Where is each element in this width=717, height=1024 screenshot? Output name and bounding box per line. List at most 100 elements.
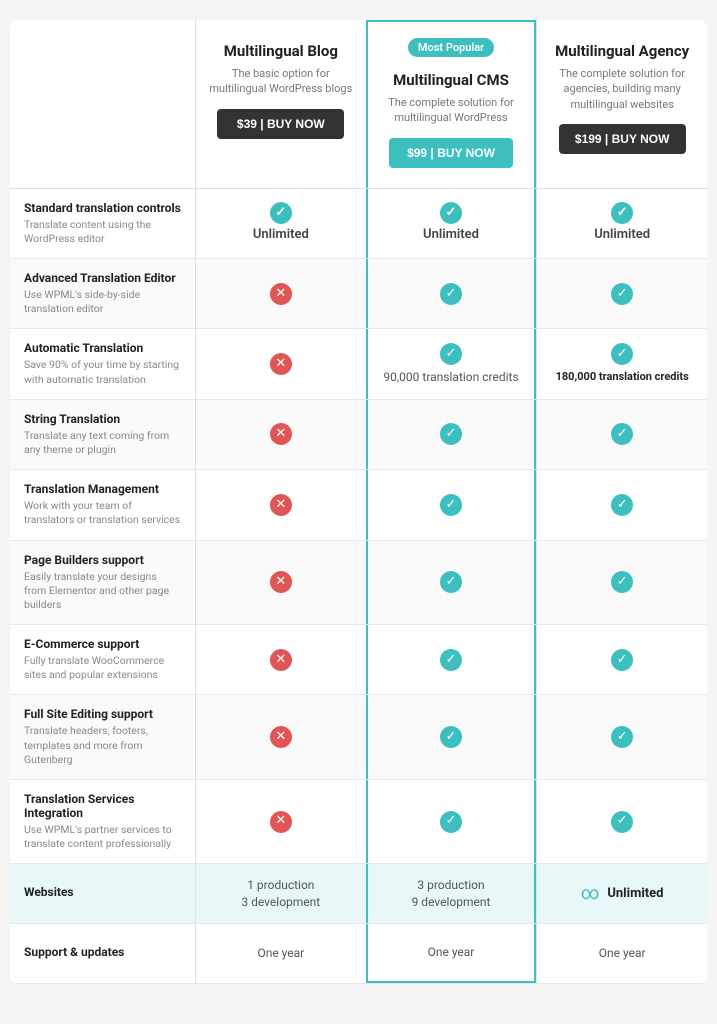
feature-row: Standard translation controls Translate … (10, 189, 707, 259)
feature-subtitle: Translate any text coming from any theme… (24, 429, 181, 457)
feature-cell-text: One year (366, 924, 537, 983)
feature-title: String Translation (24, 412, 181, 426)
feature-title: Full Site Editing support (24, 707, 181, 721)
feature-subtitle: Work with your team of translators or tr… (24, 499, 181, 527)
plan-name-agency: Multilingual Agency (547, 42, 697, 60)
plan-header-agency: Multilingual Agency The complete solutio… (536, 20, 707, 188)
feature-cell-cross: ✕ (195, 329, 366, 398)
feature-cell-cross: ✕ (195, 470, 366, 539)
feature-cell-check: ✓ (366, 470, 537, 539)
check-icon: ✓ (611, 571, 633, 593)
cross-icon: ✕ (270, 353, 292, 375)
check-icon: ✓ (611, 283, 633, 305)
check-icon: ✓ (440, 423, 462, 445)
check-icon: ✓ (440, 494, 462, 516)
unlimited-label: Unlimited (253, 226, 309, 244)
check-icon: ✓ (611, 202, 633, 224)
check-icon: ✓ (440, 343, 462, 365)
plan-name-blog: Multilingual Blog (206, 42, 356, 60)
plan-desc-blog: The basic option for multilingual WordPr… (206, 66, 356, 97)
check-icon: ✓ (611, 726, 633, 748)
pricing-table: Multilingual Blog The basic option for m… (10, 20, 707, 984)
check-icon: ✓ (440, 283, 462, 305)
buy-btn-cms[interactable]: $99 | BUY NOW (389, 138, 514, 168)
check-icon: ✓ (611, 494, 633, 516)
plan-header-blog: Multilingual Blog The basic option for m… (195, 20, 366, 188)
plan-name-cms: Multilingual CMS (378, 71, 525, 89)
feature-label: Advanced Translation Editor Use WPML's s… (10, 259, 195, 328)
feature-cell-cross: ✕ (195, 400, 366, 469)
feature-title: Automatic Translation (24, 341, 181, 355)
feature-label: Websites (10, 864, 195, 923)
feature-title: Support & updates (24, 945, 181, 959)
check-icon: ✓ (611, 811, 633, 833)
feature-cell-check: ✓ (366, 259, 537, 328)
unlimited-label: Unlimited (423, 226, 479, 244)
check-icon: ✓ (270, 202, 292, 224)
feature-cell-check: ✓ (536, 470, 707, 539)
feature-title: E-Commerce support (24, 637, 181, 651)
cross-icon: ✕ (270, 494, 292, 516)
feature-cell-cross: ✕ (195, 780, 366, 863)
feature-subtitle: Use WPML's side-by-side translation edit… (24, 288, 181, 316)
feature-row: Full Site Editing support Translate head… (10, 695, 707, 780)
feature-cell-cross: ✕ (195, 625, 366, 694)
feature-label: Full Site Editing support Translate head… (10, 695, 195, 779)
feature-title: Standard translation controls (24, 201, 181, 215)
feature-cell-cross: ✕ (195, 695, 366, 779)
feature-cell-text: One year (195, 924, 366, 983)
features-container: Standard translation controls Translate … (10, 189, 707, 984)
feature-row: String Translation Translate any text co… (10, 400, 707, 470)
feature-row: Automatic Translation Save 90% of your t… (10, 329, 707, 399)
most-popular-badge: Most Popular (378, 38, 525, 65)
feature-cell-check: ✓ (536, 259, 707, 328)
feature-cell-check: ✓ (366, 400, 537, 469)
feature-subtitle: Save 90% of your time by starting with a… (24, 358, 181, 386)
cross-icon: ✕ (270, 649, 292, 671)
feature-subtitle: Translate content using the WordPress ed… (24, 218, 181, 246)
feature-label: Standard translation controls Translate … (10, 189, 195, 258)
feature-row: Translation Services Integration Use WPM… (10, 780, 707, 864)
cross-icon: ✕ (270, 726, 292, 748)
check-icon: ✓ (440, 649, 462, 671)
feature-title: Advanced Translation Editor (24, 271, 181, 285)
feature-label: Support & updates (10, 924, 195, 983)
feature-cell-check: ✓ (366, 695, 537, 779)
feature-subtitle: Use WPML's partner services to translate… (24, 823, 181, 851)
feature-cell-cross: ✕ (195, 259, 366, 328)
feature-cell-cross: ✕ (195, 541, 366, 625)
buy-btn-blog[interactable]: $39 | BUY NOW (217, 109, 344, 139)
feature-cell-check: ✓ (536, 541, 707, 625)
cross-icon: ✕ (270, 283, 292, 305)
feature-cell-unlimited-special: ∞ Unlimited (536, 864, 707, 923)
buy-btn-agency[interactable]: $199 | BUY NOW (559, 124, 686, 154)
cross-icon: ✕ (270, 423, 292, 445)
check-icon: ✓ (611, 423, 633, 445)
feature-subtitle: Easily translate your designs from Eleme… (24, 570, 181, 613)
cell-value: One year (428, 944, 475, 961)
feature-subtitle: Fully translate WooCommerce sites and po… (24, 654, 181, 682)
feature-row: Page Builders support Easily translate y… (10, 541, 707, 626)
feature-row: Advanced Translation Editor Use WPML's s… (10, 259, 707, 329)
feature-cell-text: One year (536, 924, 707, 983)
feature-title: Translation Services Integration (24, 792, 181, 820)
feature-cell-unlimited: ✓ Unlimited (366, 189, 537, 258)
feature-cell-unlimited: ✓ Unlimited (195, 189, 366, 258)
feature-cell-check: ✓ (536, 625, 707, 694)
check-icon: ✓ (611, 649, 633, 671)
feature-row: E-Commerce support Fully translate WooCo… (10, 625, 707, 695)
feature-cell-unlimited: ✓ Unlimited (536, 189, 707, 258)
feature-label: Page Builders support Easily translate y… (10, 541, 195, 625)
feature-label: String Translation Translate any text co… (10, 400, 195, 469)
feature-cell-credits: ✓ 180,000 translation credits (536, 329, 707, 398)
check-icon: ✓ (440, 811, 462, 833)
feature-row: Translation Management Work with your te… (10, 470, 707, 540)
unlimited-label: Unlimited (594, 226, 650, 244)
feature-cell-check: ✓ (366, 625, 537, 694)
cross-icon: ✕ (270, 571, 292, 593)
feature-cell-check: ✓ (366, 780, 537, 863)
feature-title: Translation Management (24, 482, 181, 496)
feature-cell-check: ✓ (536, 695, 707, 779)
feature-label: Translation Services Integration Use WPM… (10, 780, 195, 863)
feature-label: Automatic Translation Save 90% of your t… (10, 329, 195, 398)
